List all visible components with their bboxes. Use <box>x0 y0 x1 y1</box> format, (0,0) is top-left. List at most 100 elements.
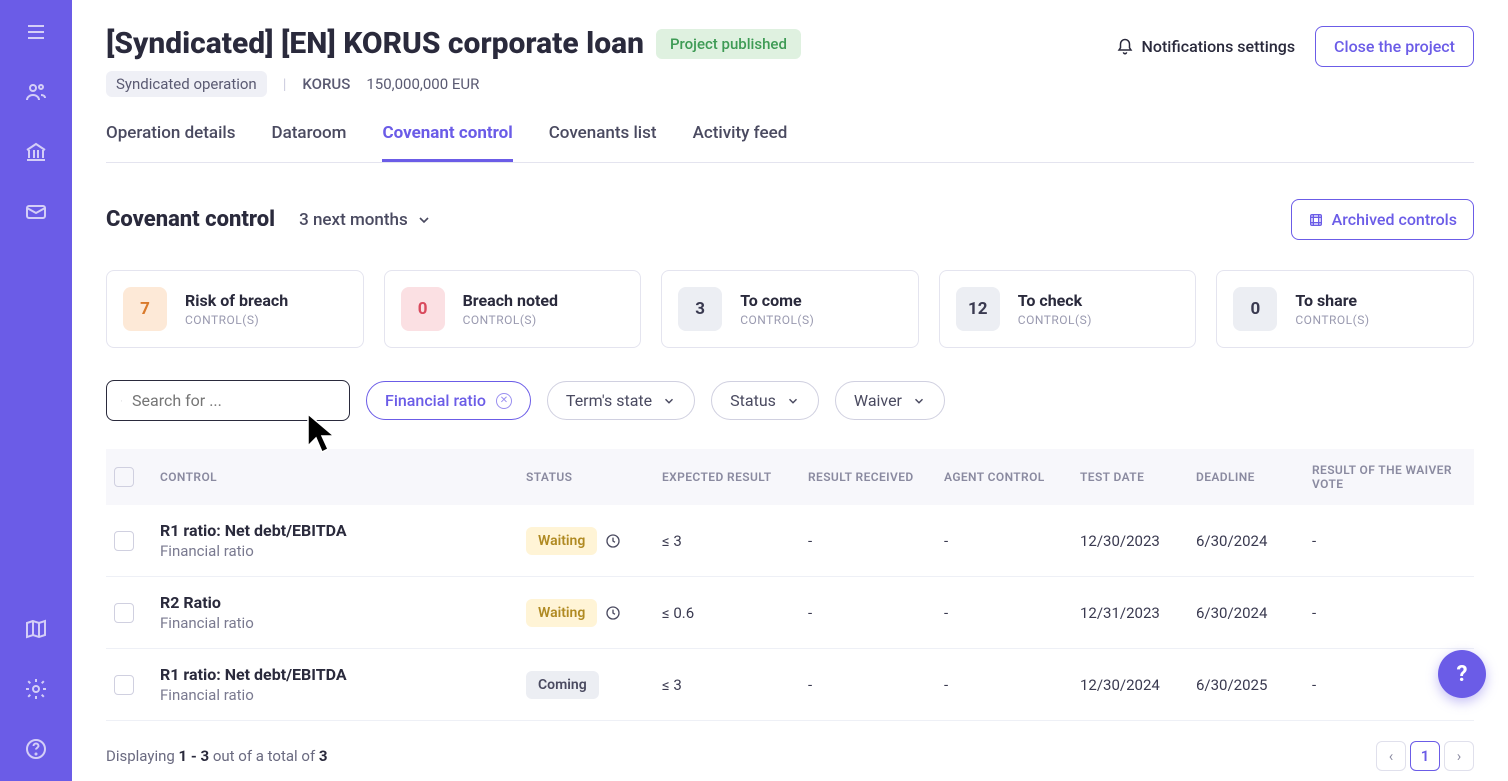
table-row[interactable]: R2 RatioFinancial ratioWaiting≤ 0.6--12/… <box>106 577 1474 649</box>
control-name: R2 Ratio <box>160 593 520 612</box>
card-count: 0 <box>401 287 445 331</box>
expected-result: ≤ 3 <box>662 676 802 694</box>
card-count: 7 <box>123 287 167 331</box>
status-badge: Waiting <box>526 599 597 627</box>
pagination-text: Displaying 1 - 3 out of a total of 3 <box>106 747 328 765</box>
tab-operation-details[interactable]: Operation details <box>106 123 236 162</box>
bell-icon <box>1116 38 1134 56</box>
control-category: Financial ratio <box>160 542 520 560</box>
archived-controls-button[interactable]: Archived controls <box>1291 199 1474 240</box>
filter-status[interactable]: Status <box>711 381 819 420</box>
expected-result: ≤ 0.6 <box>662 604 802 622</box>
users-icon[interactable] <box>24 80 48 104</box>
operation-type-chip: Syndicated operation <box>106 71 267 97</box>
row-checkbox[interactable] <box>114 675 134 695</box>
tab-dataroom[interactable]: Dataroom <box>272 123 347 162</box>
deadline: 6/30/2024 <box>1196 604 1306 622</box>
card-breach-noted[interactable]: 0 Breach noted CONTROL(S) <box>384 270 642 348</box>
menu-icon[interactable] <box>24 20 48 44</box>
chevron-down-icon <box>416 212 432 228</box>
th-test: TEST DATE <box>1080 470 1190 484</box>
close-project-button[interactable]: Close the project <box>1315 26 1474 67</box>
test-date: 12/30/2024 <box>1080 676 1190 694</box>
card-label: To come <box>740 291 814 310</box>
page-title: [Syndicated] [EN] KORUS corporate loan <box>106 26 644 61</box>
result-received: - <box>808 604 938 622</box>
card-count: 12 <box>956 287 1000 331</box>
bank-icon[interactable] <box>24 140 48 164</box>
test-date: 12/31/2023 <box>1080 604 1190 622</box>
mail-icon[interactable] <box>24 200 48 224</box>
select-all-checkbox[interactable] <box>114 467 134 487</box>
card-label: Breach noted <box>463 291 558 310</box>
table-row[interactable]: R1 ratio: Net debt/EBITDA Financial ratio… <box>106 505 1474 577</box>
deadline: 6/30/2024 <box>1196 532 1306 550</box>
card-sub: CONTROL(S) <box>1295 313 1369 327</box>
card-to-check[interactable]: 12 To check CONTROL(S) <box>939 270 1197 348</box>
control-name: R1 ratio: Net debt/EBITDA <box>160 521 520 540</box>
tab-covenant-control[interactable]: Covenant control <box>382 123 512 162</box>
clear-filter-icon[interactable]: ✕ <box>496 393 512 409</box>
page-1-button[interactable]: 1 <box>1410 741 1440 771</box>
clock-icon <box>605 605 621 621</box>
card-sub: CONTROL(S) <box>1018 313 1092 327</box>
filter-waiver[interactable]: Waiver <box>835 381 945 420</box>
help-fab-button[interactable]: ? <box>1438 650 1486 698</box>
agent-control: - <box>944 676 1074 694</box>
card-to-share[interactable]: 0 To share CONTROL(S) <box>1216 270 1474 348</box>
card-label: To share <box>1295 291 1369 310</box>
card-label: To check <box>1018 291 1092 310</box>
chevron-down-icon <box>786 394 800 408</box>
filter-financial-ratio[interactable]: Financial ratio ✕ <box>366 381 531 420</box>
agent-control: - <box>944 532 1074 550</box>
map-icon[interactable] <box>24 617 48 641</box>
prev-page-button[interactable]: ‹ <box>1376 741 1406 771</box>
row-checkbox[interactable] <box>114 603 134 623</box>
loan-amount: 150,000,000 EUR <box>366 75 479 93</box>
sidebar <box>0 0 72 781</box>
card-risk-of-breach[interactable]: 7Risk of breachCONTROL(S) <box>106 270 364 348</box>
card-to-come[interactable]: 3To comeCONTROL(S) <box>661 270 919 348</box>
tab-covenants-list[interactable]: Covenants list <box>549 123 657 162</box>
next-page-button[interactable]: › <box>1444 741 1474 771</box>
section-title: Covenant control <box>106 207 275 232</box>
th-expected: EXPECTED RESULT <box>662 470 802 484</box>
result-received: - <box>808 532 938 550</box>
control-category: Financial ratio <box>160 686 520 704</box>
control-category: Financial ratio <box>160 614 520 632</box>
card-count: 0 <box>1233 287 1277 331</box>
status-badge: Coming <box>526 671 599 699</box>
card-label: Risk of breach <box>185 291 288 310</box>
th-agent: AGENT CONTROL <box>944 470 1074 484</box>
notifications-settings-link[interactable]: Notifications settings <box>1116 37 1296 56</box>
summary-cards: 7 Risk of breach CONTROL(S) 0 Breach noted CO… <box>106 270 1474 348</box>
clock-icon <box>605 533 621 549</box>
status-badge: Waiting <box>526 527 597 555</box>
deadline: 6/30/2025 <box>1196 676 1306 694</box>
th-received: RESULT RECEIVED <box>808 470 938 484</box>
th-deadline: DEADLINE <box>1196 470 1306 484</box>
card-count: 3 <box>678 287 722 331</box>
company-name: KORUS <box>302 75 350 93</box>
search-input[interactable] <box>132 391 335 410</box>
chevron-down-icon <box>662 394 676 408</box>
waiver-result: - <box>1312 604 1472 622</box>
waiver-result: - <box>1312 532 1472 550</box>
test-date: 12/30/2023 <box>1080 532 1190 550</box>
row-checkbox[interactable] <box>114 531 134 551</box>
tab-activity-feed[interactable]: Activity feed <box>693 123 788 162</box>
search-input-wrapper[interactable] <box>106 380 350 421</box>
help-icon[interactable] <box>24 737 48 761</box>
status-badge: Project published <box>656 29 801 59</box>
th-control: CONTROL <box>160 470 520 484</box>
table-row[interactable]: R1 ratio: Net debt/EBITDAFinancial ratio… <box>106 649 1474 721</box>
th-status: STATUS <box>526 470 656 484</box>
chevron-down-icon <box>912 394 926 408</box>
card-sub: CONTROL(S) <box>463 313 558 327</box>
search-icon <box>121 392 122 410</box>
filter-term-s-state[interactable]: Term's state <box>547 381 695 420</box>
gear-icon[interactable] <box>24 677 48 701</box>
expected-result: ≤ 3 <box>662 532 802 550</box>
archive-icon <box>1308 212 1324 228</box>
period-dropdown[interactable]: 3 next months <box>299 210 432 230</box>
